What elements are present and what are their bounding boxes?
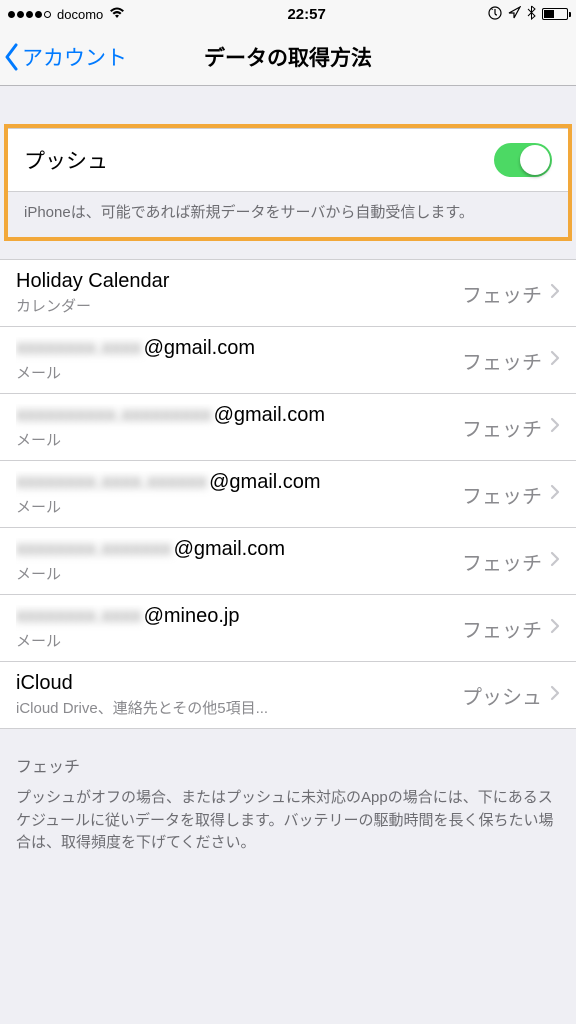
push-row[interactable]: プッシュ <box>8 128 568 192</box>
push-footer: iPhoneは、可能であれば新規データをサーバから自動受信します。 <box>8 192 568 237</box>
battery-icon <box>542 8 568 20</box>
account-sub: メール <box>16 630 462 651</box>
chevron-right-icon <box>550 417 560 438</box>
account-title: xxxxxxxx.xxxxxxx@gmail.com <box>16 538 462 561</box>
account-title: iCloud <box>16 672 462 695</box>
chevron-right-icon <box>550 685 560 706</box>
account-title: Holiday Calendar <box>16 270 462 293</box>
account-title: xxxxxxxx.xxxx.xxxxxx@gmail.com <box>16 471 462 494</box>
nav-bar: アカウント データの取得方法 <box>0 28 576 86</box>
bluetooth-icon <box>527 5 536 23</box>
account-row[interactable]: xxxxxxxx.xxxx@gmail.comメールフェッチ <box>0 327 576 394</box>
status-time: 22:57 <box>287 6 325 23</box>
account-sub: メール <box>16 563 462 584</box>
chevron-right-icon <box>550 618 560 639</box>
fetch-section-footer: プッシュがオフの場合、またはプッシュに未対応のAppの場合には、下にあるスケジュ… <box>0 783 576 871</box>
push-label: プッシュ <box>24 145 108 175</box>
push-toggle[interactable] <box>494 143 552 177</box>
account-value: フェッチ <box>462 547 542 576</box>
account-title: xxxxxxxx.xxxx@mineo.jp <box>16 605 462 628</box>
account-row[interactable]: xxxxxxxxxx.xxxxxxxxx@gmail.comメールフェッチ <box>0 394 576 461</box>
rotation-lock-icon <box>488 6 502 23</box>
account-value: フェッチ <box>462 480 542 509</box>
account-row[interactable]: xxxxxxxx.xxxxxxx@gmail.comメールフェッチ <box>0 528 576 595</box>
account-value: フェッチ <box>462 279 542 308</box>
account-sub: メール <box>16 362 462 383</box>
accounts-list: Holiday Calendarカレンダーフェッチxxxxxxxx.xxxx@g… <box>0 259 576 729</box>
chevron-right-icon <box>550 484 560 505</box>
account-sub: iCloud Drive、連絡先とその他5項目... <box>16 697 462 718</box>
account-row[interactable]: Holiday Calendarカレンダーフェッチ <box>0 260 576 327</box>
account-value: フェッチ <box>462 614 542 643</box>
account-value: フェッチ <box>462 346 542 375</box>
account-value: プッシュ <box>462 681 542 710</box>
fetch-section-header: フェッチ <box>0 729 576 783</box>
status-bar: docomo 22:57 <box>0 0 576 28</box>
account-row[interactable]: xxxxxxxx.xxxx@mineo.jpメールフェッチ <box>0 595 576 662</box>
carrier-label: docomo <box>57 7 103 22</box>
account-sub: メール <box>16 496 462 517</box>
account-sub: メール <box>16 429 462 450</box>
account-title: xxxxxxxxxx.xxxxxxxxx@gmail.com <box>16 404 462 427</box>
back-button[interactable]: アカウント <box>0 42 127 72</box>
signal-dots-icon <box>8 11 51 18</box>
account-sub: カレンダー <box>16 295 462 316</box>
push-highlight-box: プッシュ iPhoneは、可能であれば新規データをサーバから自動受信します。 <box>4 124 572 241</box>
location-icon <box>508 6 521 22</box>
chevron-right-icon <box>550 551 560 572</box>
chevron-right-icon <box>550 283 560 304</box>
chevron-left-icon <box>4 43 20 71</box>
chevron-right-icon <box>550 350 560 371</box>
back-label: アカウント <box>22 42 127 72</box>
account-row[interactable]: iCloudiCloud Drive、連絡先とその他5項目...プッシュ <box>0 662 576 728</box>
account-row[interactable]: xxxxxxxx.xxxx.xxxxxx@gmail.comメールフェッチ <box>0 461 576 528</box>
wifi-icon <box>109 6 125 22</box>
account-title: xxxxxxxx.xxxx@gmail.com <box>16 337 462 360</box>
account-value: フェッチ <box>462 413 542 442</box>
